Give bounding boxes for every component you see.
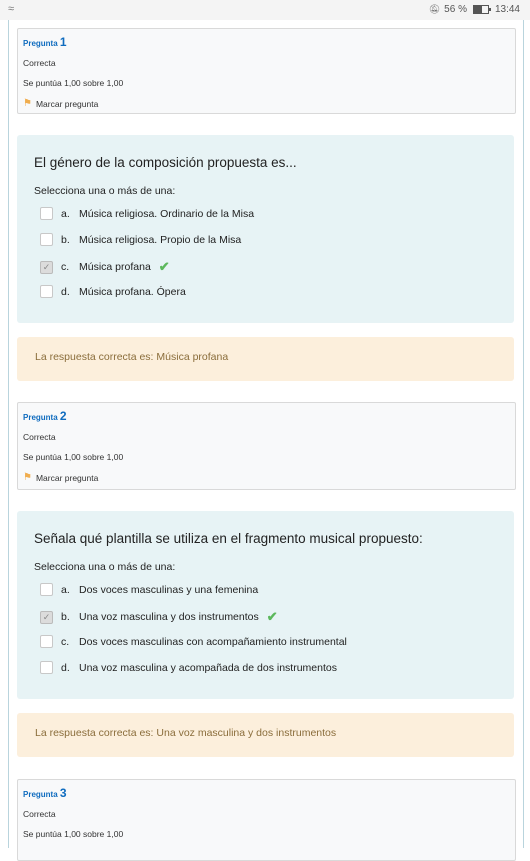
option-letter: c. <box>61 635 70 648</box>
option-letter: a. <box>61 207 70 220</box>
question-info-3: Pregunta 3 Correcta Se puntúa 1,00 sobre… <box>17 779 516 861</box>
checkbox-checked[interactable]: ✓ <box>40 260 53 274</box>
flag-question-label: Marcar pregunta <box>35 473 99 483</box>
correct-answer-feedback-2: La respuesta correcta es: Una voz mascul… <box>17 713 514 757</box>
question-number: Pregunta 3 <box>23 786 67 800</box>
option-letter: b. <box>61 233 70 246</box>
checkbox[interactable] <box>40 285 53 298</box>
question-content-2: Señala qué plantilla se utiliza en el fr… <box>17 511 514 699</box>
option-text: Una voz masculina y dos instrumentos <box>79 611 259 623</box>
question-grade: Se puntúa 1,00 sobre 1,00 <box>23 829 124 839</box>
option-text: Música religiosa. Ordinario de la Misa <box>79 207 255 220</box>
status-bar-right: 🔕︎ 56 % 13:44 <box>429 4 520 15</box>
answer-prompt: Selecciona una o más de una: <box>34 561 176 573</box>
question-info-1: Pregunta 1 Correcta Se puntúa 1,00 sobre… <box>17 28 516 114</box>
checkbox-checked[interactable]: ✓ <box>40 610 53 624</box>
option-letter: d. <box>61 661 70 674</box>
question-text: Señala qué plantilla se utiliza en el fr… <box>34 531 423 546</box>
checkbox[interactable] <box>40 207 53 220</box>
checkbox[interactable] <box>40 635 53 648</box>
option-letter: d. <box>61 285 70 298</box>
question-number: Pregunta 1 <box>23 35 67 49</box>
option-text: Dos voces masculinas y una femenina <box>79 583 259 596</box>
question-text: El género de la composición propuesta es… <box>34 155 297 170</box>
question-number: Pregunta 2 <box>23 409 67 423</box>
feedback-text: La respuesta correcta es: Una voz mascul… <box>35 727 337 739</box>
clock: 13:44 <box>494 4 520 15</box>
option-text: Música profana <box>79 261 151 273</box>
answer-option-b[interactable]: b. Música religiosa. Propio de la Misa <box>40 233 241 246</box>
bell-off-icon: 🔕︎ <box>428 4 441 14</box>
flag-question-link[interactable]: ⚑ Marcar pregunta <box>23 98 99 110</box>
answer-option-a[interactable]: a. Música religiosa. Ordinario de la Mis… <box>40 207 254 220</box>
option-letter: a. <box>61 583 70 596</box>
quiz-review-page: Pregunta 1 Correcta Se puntúa 1,00 sobre… <box>8 20 524 861</box>
flag-icon: ⚑ <box>23 98 32 109</box>
answer-option-b[interactable]: ✓ b. Una voz masculina y dos instrumento… <box>40 609 278 625</box>
question-state: Correcta <box>23 432 56 442</box>
question-state: Correcta <box>23 809 56 819</box>
question-grade: Se puntúa 1,00 sobre 1,00 <box>23 78 124 88</box>
answer-option-c[interactable]: ✓ c. Música profana ✔ <box>40 259 170 275</box>
answer-option-c[interactable]: c. Dos voces masculinas con acompañamien… <box>40 635 347 648</box>
question-content-1: El género de la composición propuesta es… <box>17 135 514 323</box>
question-info-2: Pregunta 2 Correcta Se puntúa 1,00 sobre… <box>17 402 516 490</box>
checkbox[interactable] <box>40 661 53 674</box>
question-state: Correcta <box>23 58 56 68</box>
status-bar: ≈ 🔕︎ 56 % 13:44 <box>0 0 530 20</box>
correct-check-icon: ✔ <box>158 259 170 274</box>
feedback-text: La respuesta correcta es: Música profana <box>35 351 229 363</box>
flag-question-link[interactable]: ⚑ Marcar pregunta <box>23 472 99 484</box>
answer-option-d[interactable]: d. Una voz masculina y acompañada de dos… <box>40 661 337 674</box>
checkbox[interactable] <box>40 233 53 246</box>
flag-icon: ⚑ <box>23 472 32 483</box>
option-text: Música profana. Ópera <box>79 285 186 298</box>
answer-option-d[interactable]: d. Música profana. Ópera <box>40 285 186 298</box>
battery-percent: 56 % <box>444 4 467 15</box>
option-text: Dos voces masculinas con acompañamiento … <box>79 635 347 648</box>
option-letter: b. <box>61 611 70 623</box>
option-text: Una voz masculina y acompañada de dos in… <box>79 661 337 674</box>
wifi-icon: ≈ <box>8 3 15 15</box>
answer-prompt: Selecciona una o más de una: <box>34 185 176 197</box>
option-text: Música religiosa. Propio de la Misa <box>79 233 242 246</box>
flag-question-label: Marcar pregunta <box>35 99 99 109</box>
option-letter: c. <box>61 261 70 273</box>
battery-icon <box>472 5 491 14</box>
checkbox[interactable] <box>40 583 53 596</box>
correct-answer-feedback-1: La respuesta correcta es: Música profana <box>17 337 514 381</box>
correct-check-icon: ✔ <box>266 609 278 624</box>
question-grade: Se puntúa 1,00 sobre 1,00 <box>23 452 124 462</box>
answer-option-a[interactable]: a. Dos voces masculinas y una femenina <box>40 583 258 596</box>
